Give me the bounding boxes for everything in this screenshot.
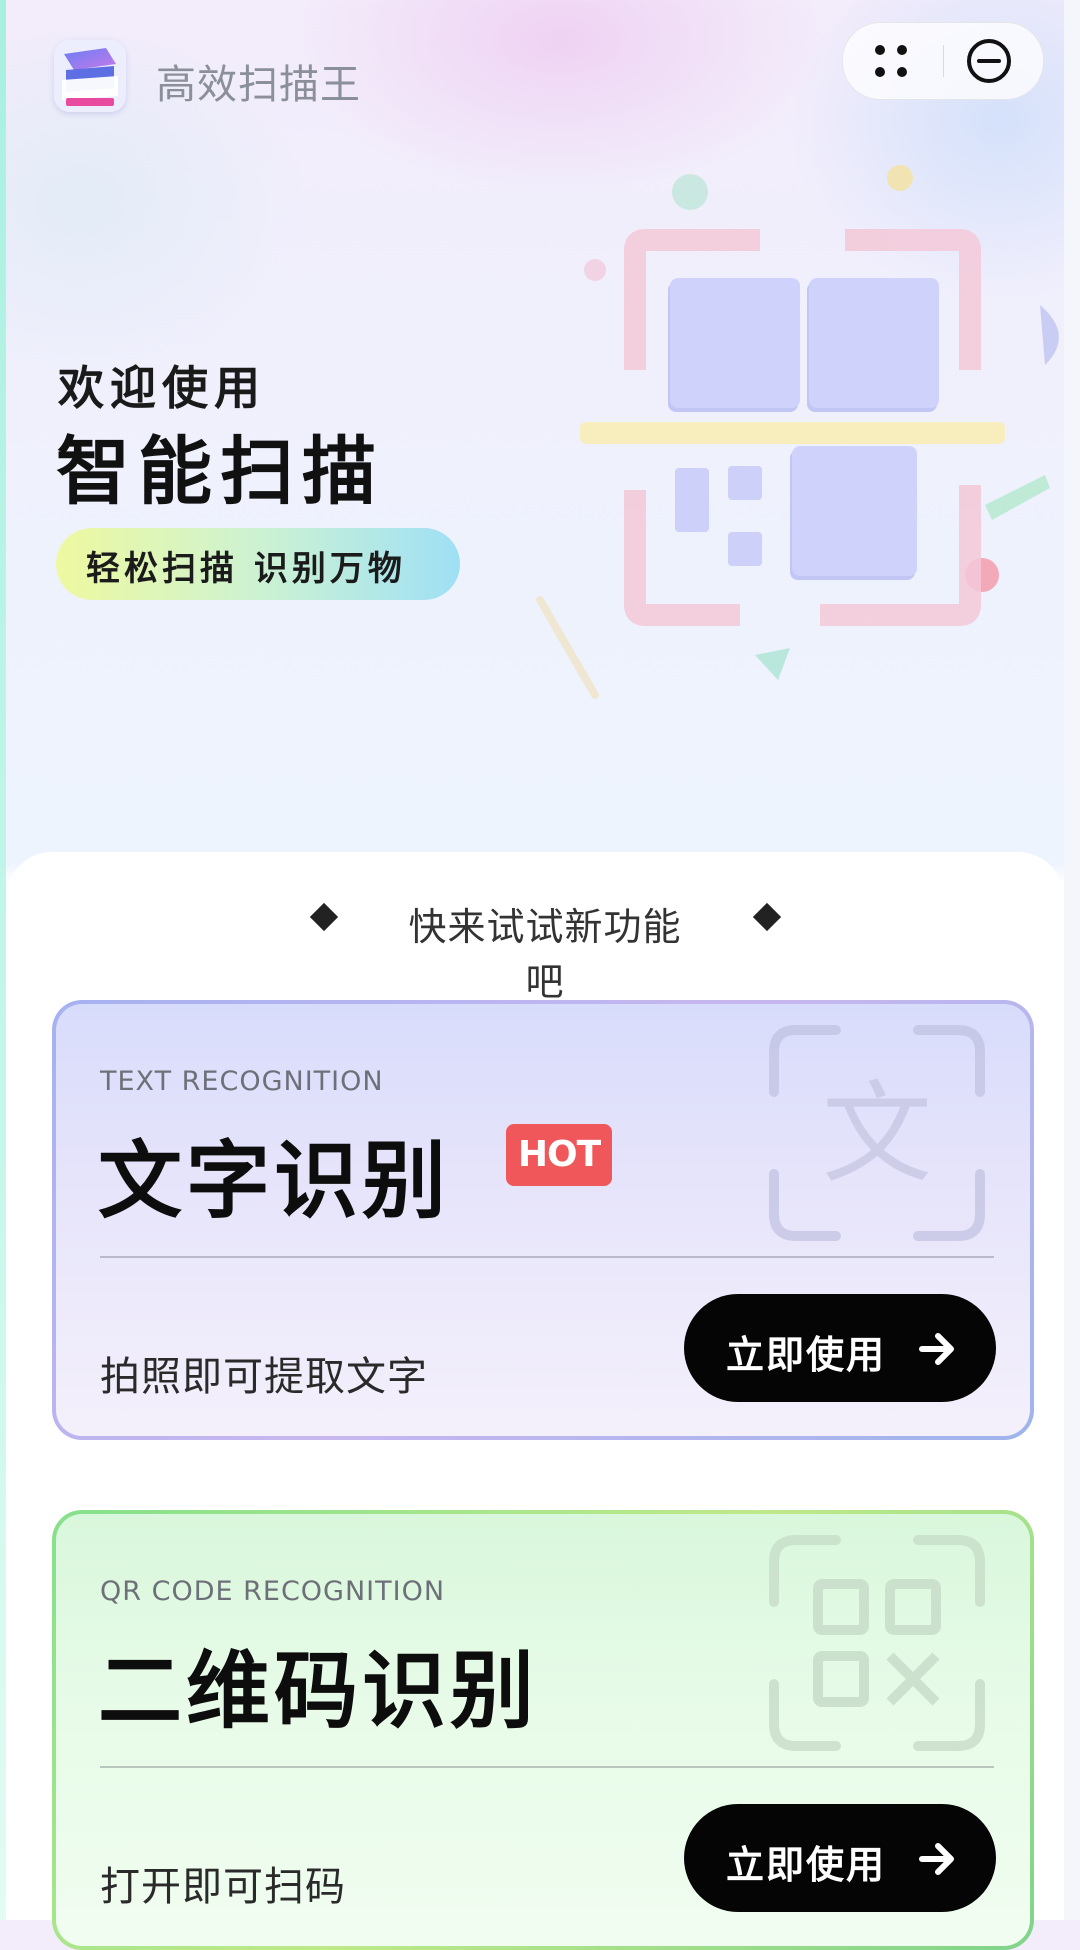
card-subtitle: TEXT RECOGNITION [100,1066,384,1097]
section-title: 快来试试新功能吧 [408,905,682,1004]
card-divider [100,1256,994,1258]
use-button-label: 立即使用 [726,1333,887,1377]
mini-program-capsule [842,22,1044,100]
capsule-divider [943,45,944,77]
qr-recognition-card[interactable]: QR CODE RECOGNITION 二维码识别 打开即可扫码 立即使用 [52,1510,1034,1950]
card-description: 拍照即可提取文字 [100,1354,428,1400]
qr-scan-icon [769,1535,985,1751]
app-logo-icon [54,40,126,112]
text-recognition-use-button[interactable]: 立即使用 [684,1294,996,1402]
hero-tagline: 轻松扫描 识别万物 [86,549,406,589]
card-divider [100,1766,994,1768]
qr-scan-illustration [536,165,1059,699]
hot-badge: HOT [506,1124,612,1186]
text-recognition-card[interactable]: 文 TEXT RECOGNITION 文字识别 HOT 拍照即可提取文字 立即使… [52,1000,1034,1440]
text-scan-icon: 文 [769,1025,985,1241]
card-description: 打开即可扫码 [100,1864,346,1910]
watermark-glyph: 文 [822,1070,932,1198]
more-dots-icon[interactable] [869,39,913,83]
hero-welcome-text: 欢迎使用 [58,361,266,415]
qr-recognition-use-button[interactable]: 立即使用 [684,1804,996,1912]
minus-circle-icon[interactable] [965,37,1013,85]
hero-tagline-pill: 轻松扫描 识别万物 [56,528,460,600]
card-title: 二维码识别 [98,1642,539,1740]
card-title: 文字识别 [98,1132,451,1230]
card-subtitle: QR CODE RECOGNITION [100,1576,446,1607]
arrow-right-icon [919,1843,954,1875]
arrow-right-icon [919,1333,954,1365]
hero-title: 智能扫描 [56,429,384,515]
app-title: 高效扫描王 [156,62,361,108]
use-button-label: 立即使用 [726,1843,887,1887]
